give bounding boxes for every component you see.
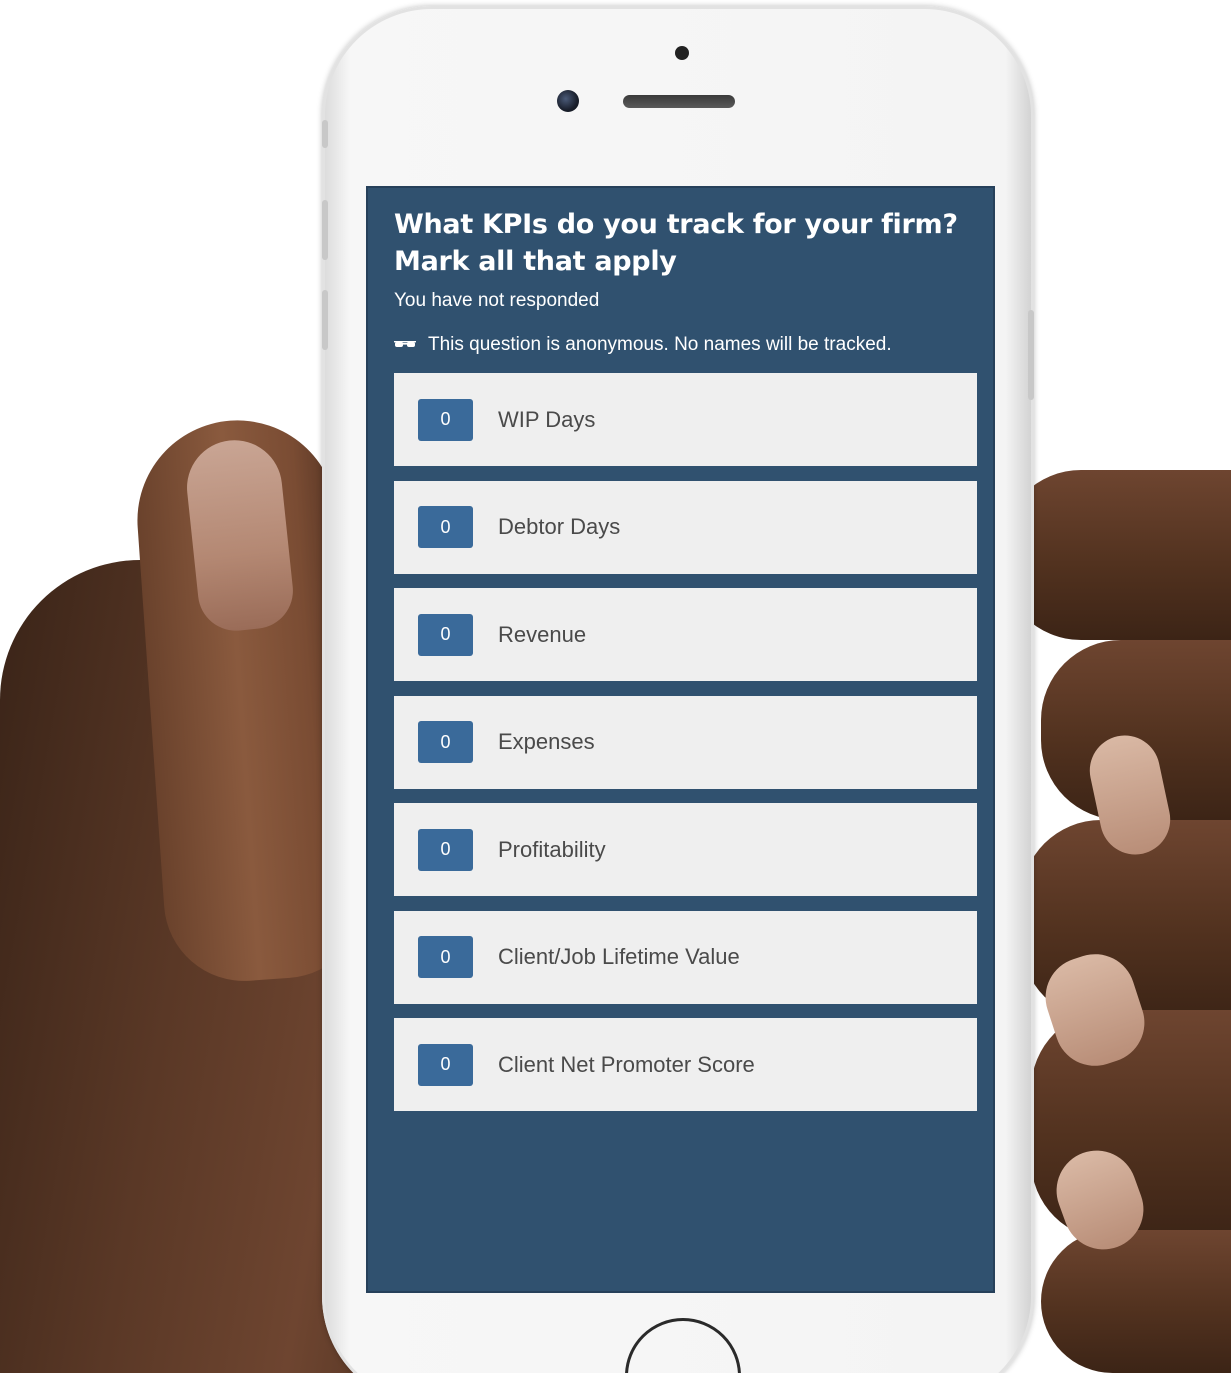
poll-option-expenses[interactable]: 0 Expenses: [394, 695, 977, 789]
earpiece-speaker: [623, 95, 735, 108]
poll-option-revenue[interactable]: 0 Revenue: [394, 588, 977, 681]
poll-option-label: Client Net Promoter Score: [498, 1051, 755, 1077]
vote-count-badge: 0: [418, 828, 473, 871]
proximity-sensor: [675, 46, 689, 60]
vote-count-badge: 0: [418, 398, 473, 441]
vote-count-badge: 0: [418, 506, 473, 548]
anonymous-notice: This question is anonymous. No names wil…: [394, 333, 892, 357]
volume-down-button: [322, 290, 328, 350]
poll-option-client-job-lifetime-value[interactable]: 0 Client/Job Lifetime Value: [394, 910, 977, 1004]
vote-count-badge: 0: [418, 1043, 473, 1086]
poll-option-label: Debtor Days: [498, 514, 621, 539]
vote-count-badge: 0: [418, 936, 473, 978]
poll-option-profitability[interactable]: 0 Profitability: [394, 803, 977, 896]
anonymous-notice-text: This question is anonymous. No names wil…: [428, 334, 892, 355]
vote-count-badge: 0: [418, 721, 473, 763]
hand-finger: [1001, 470, 1231, 640]
poll-option-label: Expenses: [498, 729, 595, 754]
photo-stage: What KPIs do you track for your firm? Ma…: [0, 0, 1231, 1373]
poll-option-label: Client/Job Lifetime Value: [498, 944, 740, 969]
front-camera-icon: [557, 90, 579, 112]
mute-switch: [322, 120, 328, 148]
poll-option-client-net-promoter-score[interactable]: 0 Client Net Promoter Score: [394, 1018, 977, 1111]
phone-screen: What KPIs do you track for your firm? Ma…: [368, 188, 993, 1291]
incognito-glasses-icon: [394, 339, 416, 351]
volume-up-button: [322, 200, 328, 260]
poll-option-debtor-days[interactable]: 0 Debtor Days: [394, 480, 977, 574]
hand-finger: [1041, 1230, 1231, 1373]
poll-option-label: Profitability: [498, 836, 606, 862]
poll-option-label: WIP Days: [498, 406, 596, 432]
poll-question-title: What KPIs do you track for your firm? Ma…: [394, 209, 958, 277]
power-button: [1028, 310, 1034, 400]
poll-option-wip-days[interactable]: 0 WIP Days: [394, 373, 977, 466]
poll-option-label: Revenue: [498, 621, 587, 647]
poll-options-list: 0 WIP Days 0 Debtor Days 0 Revenue 0 Exp…: [394, 373, 977, 1126]
response-status-text: You have not responded: [394, 290, 600, 311]
vote-count-badge: 0: [418, 613, 473, 656]
